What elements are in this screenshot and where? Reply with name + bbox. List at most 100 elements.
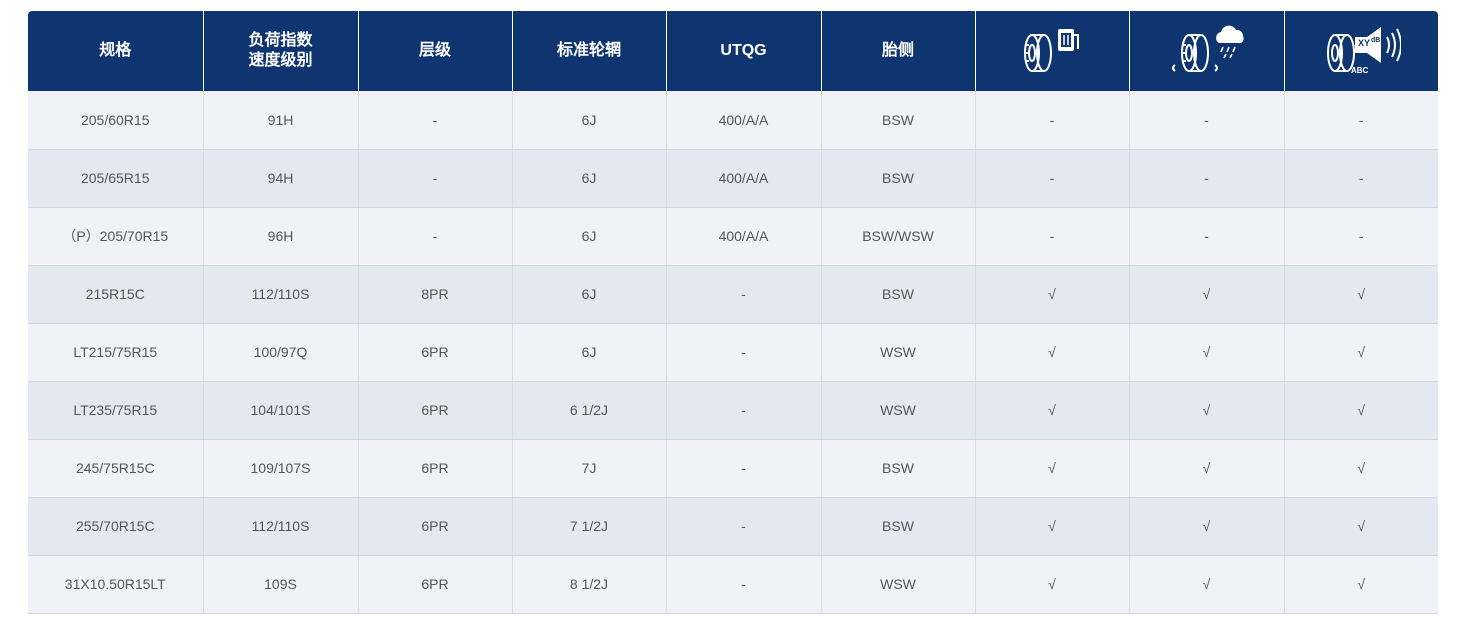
cell-wet: - — [1128, 91, 1284, 150]
cell-fuel: √ — [974, 439, 1129, 498]
cell-rim: 6J — [511, 91, 666, 150]
cell-side: BSW/WSW — [820, 207, 975, 266]
tire-spec-table-container: 规格 负荷指数 速度级别 层级 标准轮辋 UTQG 胎侧 XY dB ABC 2… — [28, 11, 1438, 614]
cell-side: BSW — [820, 149, 975, 208]
header-wet-grip — [1128, 11, 1284, 91]
cell-fuel: - — [974, 149, 1129, 208]
cell-spec: （P）205/70R15 — [28, 207, 203, 266]
cell-side: WSW — [820, 323, 975, 382]
cell-wet: √ — [1128, 439, 1284, 498]
cell-side: WSW — [820, 381, 975, 440]
cell-load: 112/110S — [202, 497, 358, 556]
cell-noise: √ — [1283, 381, 1438, 440]
cell-utqg: - — [665, 497, 821, 556]
cell-noise: √ — [1283, 555, 1438, 614]
header-noise: XY dB ABC — [1283, 11, 1438, 91]
table-row: LT215/75R15 100/97Q 6PR 6J - WSW √ √ √ — [28, 323, 1438, 382]
tire-fuel-efficiency-icon — [1024, 29, 1079, 72]
cell-wet: √ — [1128, 265, 1284, 324]
cell-fuel: - — [974, 91, 1129, 150]
header-fuel — [974, 11, 1129, 91]
table-row: （P）205/70R15 96H -6J 400/A/A BSW/WSW - - - — [28, 207, 1438, 266]
cell-ply: 6PR — [357, 381, 512, 440]
cell-rim: 6J — [511, 265, 666, 324]
table-header-row: 规格 负荷指数 速度级别 层级 标准轮辋 UTQG 胎侧 XY dB ABC — [28, 11, 1438, 91]
cell-ply: - — [357, 91, 512, 150]
tire-noise-icon: XY dB ABC — [1327, 27, 1402, 75]
cell-rim: 6 1/2J — [511, 381, 666, 440]
table-row: 31X10.50R15LT 109S 6PR 8 1/2J - WSW √ √ √ — [28, 555, 1438, 614]
cell-fuel: - — [974, 207, 1129, 266]
cell-fuel: √ — [974, 265, 1129, 324]
cell-utqg: 400/A/A — [665, 149, 821, 208]
header-utqg: UTQG — [665, 11, 821, 91]
cell-load: 112/110S — [202, 265, 358, 324]
cell-ply: - — [357, 207, 512, 266]
svg-text:ABC: ABC — [1351, 66, 1369, 75]
cell-side: BSW — [820, 265, 975, 324]
cell-ply: 6PR — [357, 323, 512, 382]
cell-noise: - — [1283, 149, 1438, 208]
cell-utqg: - — [665, 555, 821, 614]
cell-spec: 255/70R15C — [28, 497, 203, 556]
cell-noise: - — [1283, 207, 1438, 266]
header-load-index: 负荷指数 — [248, 32, 313, 49]
header-sidewall: 胎侧 — [820, 11, 975, 91]
header-load-speed: 负荷指数 速度级别 — [202, 11, 358, 91]
cell-utqg: - — [665, 439, 821, 498]
svg-text:dB: dB — [1371, 37, 1380, 44]
cell-noise: √ — [1283, 497, 1438, 556]
cell-rim: 8 1/2J — [511, 555, 666, 614]
table-row: 205/60R15 91H -6J 400/A/A BSW - - - — [28, 91, 1438, 150]
cell-noise: √ — [1283, 439, 1438, 498]
cell-load: 91H — [202, 91, 358, 150]
cell-utqg: 400/A/A — [665, 207, 821, 266]
cell-side: BSW — [820, 439, 975, 498]
cell-noise: - — [1283, 91, 1438, 150]
cell-rim: 6J — [511, 149, 666, 208]
table-row: 205/65R15 94H -6J 400/A/A BSW - - - — [28, 149, 1438, 208]
cell-utqg: 400/A/A — [665, 91, 821, 150]
cell-rim: 7J — [511, 439, 666, 498]
cell-spec: LT215/75R15 — [28, 323, 203, 382]
cell-spec: 215R15C — [28, 265, 203, 324]
cell-wet: √ — [1128, 497, 1284, 556]
cell-spec: 205/65R15 — [28, 149, 203, 208]
cell-load: 94H — [202, 149, 358, 208]
cell-fuel: √ — [974, 323, 1129, 382]
table-row: LT235/75R15 104/101S 6PR 6 1/2J - WSW √ √ √ — [28, 381, 1438, 440]
table-row: 255/70R15C 112/110S 6PR 7 1/2J - BSW √ √ √ — [28, 497, 1438, 556]
cell-noise: √ — [1283, 323, 1438, 382]
tire-wet-grip-icon — [1171, 25, 1244, 72]
cell-ply: 6PR — [357, 555, 512, 614]
cell-load: 96H — [202, 207, 358, 266]
cell-utqg: - — [665, 265, 821, 324]
cell-load: 109/107S — [202, 439, 358, 498]
cell-noise: √ — [1283, 265, 1438, 324]
cell-side: WSW — [820, 555, 975, 614]
cell-ply: 6PR — [357, 497, 512, 556]
cell-side: BSW — [820, 91, 975, 150]
header-ply: 层级 — [357, 11, 512, 91]
cell-spec: LT235/75R15 — [28, 381, 203, 440]
cell-fuel: √ — [974, 381, 1129, 440]
cell-load: 109S — [202, 555, 358, 614]
cell-wet: - — [1128, 207, 1284, 266]
cell-wet: - — [1128, 149, 1284, 208]
header-rim: 标准轮辋 — [511, 11, 666, 91]
cell-fuel: √ — [974, 555, 1129, 614]
cell-spec: 245/75R15C — [28, 439, 203, 498]
header-speed-rating: 速度级别 — [248, 52, 313, 69]
cell-rim: 6J — [511, 207, 666, 266]
cell-fuel: √ — [974, 497, 1129, 556]
cell-rim: 7 1/2J — [511, 497, 666, 556]
cell-spec: 31X10.50R15LT — [28, 555, 203, 614]
cell-load: 100/97Q — [202, 323, 358, 382]
cell-ply: 6PR — [357, 439, 512, 498]
cell-utqg: - — [665, 381, 821, 440]
cell-ply: - — [357, 149, 512, 208]
cell-wet: √ — [1128, 323, 1284, 382]
cell-side: BSW — [820, 497, 975, 556]
cell-rim: 6J — [511, 323, 666, 382]
svg-text:XY: XY — [1358, 38, 1370, 48]
